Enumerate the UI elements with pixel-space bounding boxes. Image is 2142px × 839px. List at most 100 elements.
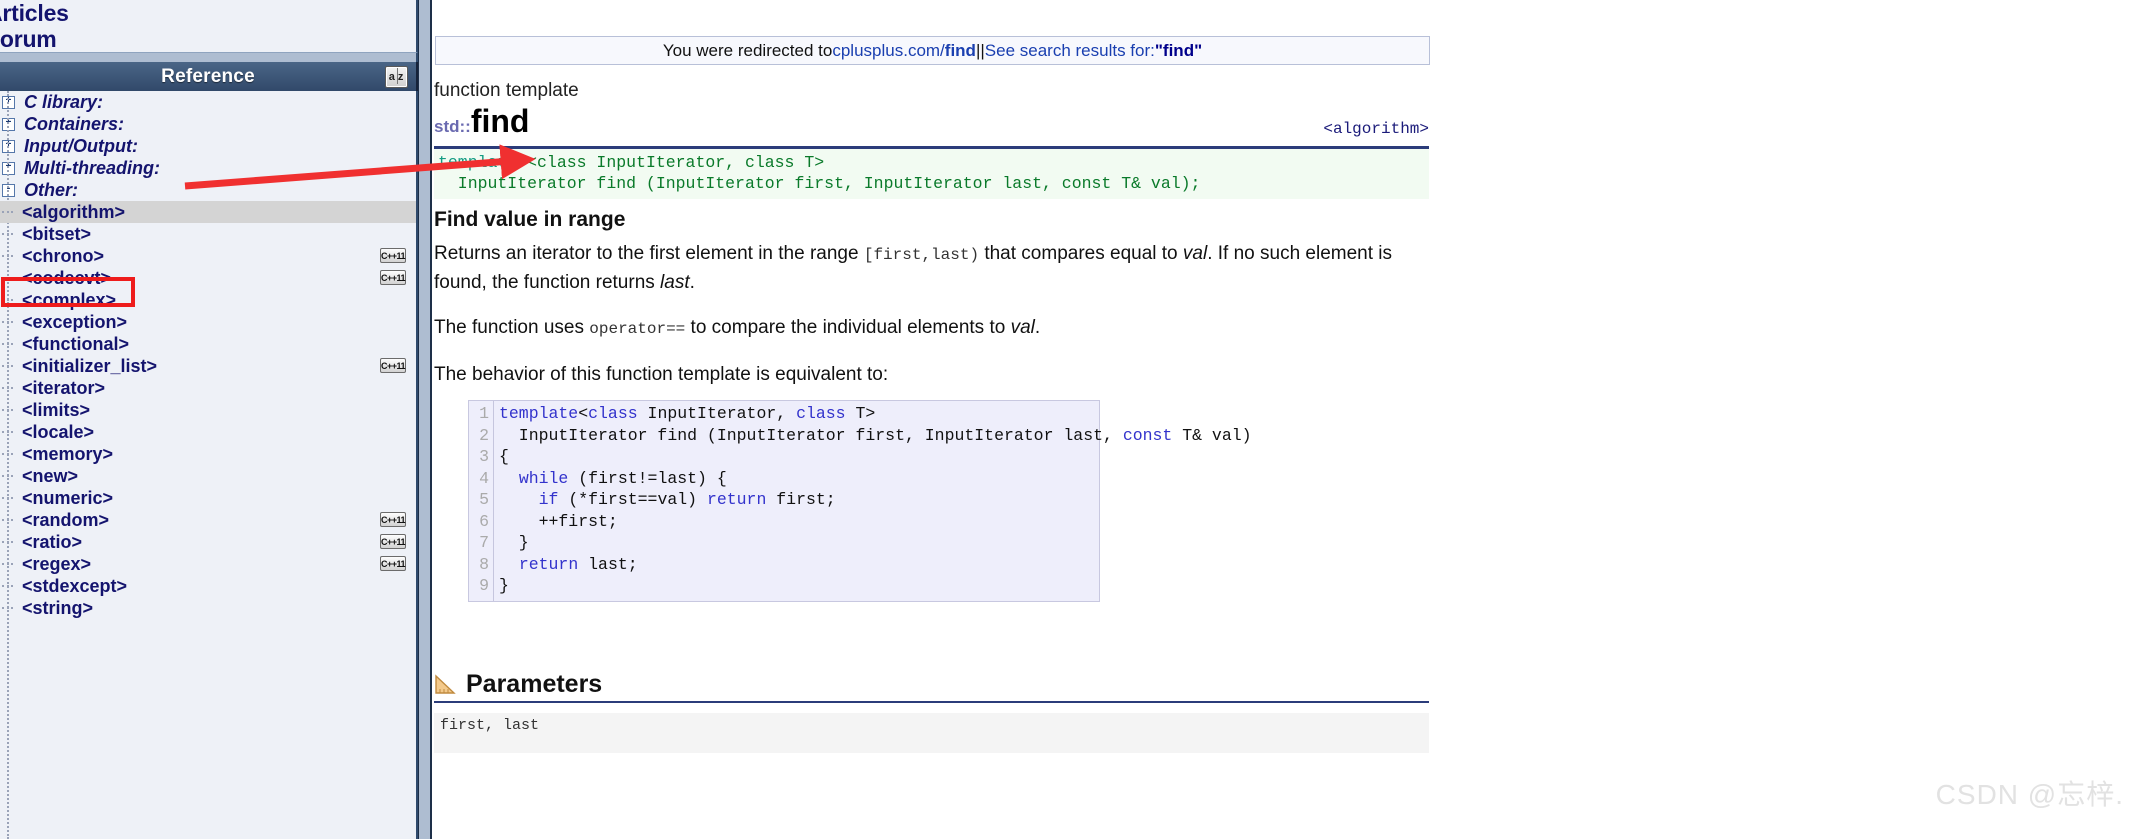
tree-leaf-icon — [2, 449, 13, 460]
tree-item-new[interactable]: <new> — [0, 465, 416, 487]
tree-item-label: <random> — [22, 509, 110, 530]
p1-text-b: that compares equal to — [979, 243, 1183, 264]
tree-item-limits[interactable]: <limits> — [0, 399, 416, 421]
nav-item-articles[interactable]: Articles — [0, 0, 416, 26]
description-paragraph-3: The behavior of this function template i… — [434, 364, 889, 385]
tree-leaf-icon — [2, 559, 13, 570]
tree-group-input-output[interactable]: + Input/Output: — [0, 135, 416, 157]
tree-item-algorithm[interactable]: <algorithm> — [0, 201, 416, 223]
tree-leaf-icon — [2, 471, 13, 482]
tree-item-locale[interactable]: <locale> — [0, 421, 416, 443]
tree-item-functional[interactable]: <functional> — [0, 333, 416, 355]
cpp11-badge: C++11 — [380, 556, 406, 571]
tree-item-label: <ratio> — [22, 531, 83, 552]
redirect-separator: || — [975, 40, 985, 60]
code-source[interactable]: template<class InputIterator, class T> I… — [494, 401, 1256, 601]
tree-leaf-icon — [2, 383, 13, 394]
tree-leaf-icon — [2, 493, 13, 504]
tree-leaf-icon — [2, 229, 13, 240]
p1-range-code: [first,last) — [863, 246, 980, 264]
tree-leaf-icon — [2, 515, 13, 526]
tree-item-ratio[interactable]: <ratio> C++11 — [0, 531, 416, 553]
tree-leaf-icon — [2, 603, 13, 614]
tree-item-label: <stdexcept> — [22, 575, 128, 596]
namespace-prefix: std:: — [434, 117, 471, 136]
cpp11-badge: C++11 — [380, 534, 406, 549]
p1-text-a: Returns an iterator to the first element… — [434, 243, 864, 264]
tree-group-label: Other: — [24, 179, 78, 200]
tree-leaf-icon — [2, 273, 13, 284]
parameters-title: Parameters — [466, 669, 603, 698]
tree-group-other[interactable]: - Other: — [0, 179, 416, 201]
nav-item-forum[interactable]: Forum — [0, 26, 416, 52]
tree-leaf-icon — [2, 251, 13, 262]
p2-text-c: . — [1034, 317, 1041, 338]
tree-leaf-icon — [2, 317, 13, 328]
reference-panel-title: Reference — [161, 65, 255, 87]
search-term: "find" — [1154, 40, 1203, 60]
redirect-prefix: You were redirected to — [662, 40, 833, 60]
tree-item-random[interactable]: <random> C++11 — [0, 509, 416, 531]
cpp11-badge: C++11 — [380, 270, 406, 285]
tree-item-complex[interactable]: <complex> — [0, 289, 416, 311]
tree-item-string[interactable]: <string> — [0, 597, 416, 619]
entity-kind: function template — [434, 80, 579, 101]
code-line-number: 7 — [479, 533, 489, 552]
p2-val: val — [1010, 317, 1035, 338]
tree-item-chrono[interactable]: <chrono> C++11 — [0, 245, 416, 267]
tree-item-regex[interactable]: <regex> C++11 — [0, 553, 416, 575]
tree-item-label: <exception> — [22, 311, 128, 332]
tree-leaf-icon — [2, 339, 13, 350]
tree-item-memory[interactable]: <memory> — [0, 443, 416, 465]
tree-leaf-icon — [2, 537, 13, 548]
search-results-link[interactable]: See search results for: — [985, 41, 1155, 61]
tree-group-containers[interactable]: + Containers: — [0, 113, 416, 135]
redirect-domain-link[interactable]: cplusplus.com/find — [832, 41, 976, 61]
main-content: You were redirected to cplusplus.com/fin… — [432, 0, 2142, 839]
tree-leaf-icon — [2, 361, 13, 372]
tree-leaf-icon — [2, 581, 13, 592]
tree-item-bitset[interactable]: <bitset> — [0, 223, 416, 245]
code-line-number: 8 — [479, 554, 489, 574]
redirect-domain-text: cplusplus.com/ — [832, 40, 945, 60]
tree-item-codecvt[interactable]: <codecvt> C++11 — [0, 267, 416, 289]
tree-item-label: <limits> — [22, 399, 91, 420]
tree-leaf-icon — [2, 207, 13, 218]
tree-item-label: <numeric> — [22, 487, 114, 508]
ruler-icon — [434, 673, 456, 695]
tree-group-multi-threading[interactable]: + Multi-threading: — [0, 157, 416, 179]
tree-item-exception[interactable]: <exception> — [0, 311, 416, 333]
tree-item-numeric[interactable]: <numeric> — [0, 487, 416, 509]
redirect-banner: You were redirected to cplusplus.com/fin… — [435, 36, 1430, 65]
sidebar-scrollbar[interactable] — [418, 0, 432, 839]
tree-item-label: <algorithm> — [22, 201, 126, 222]
alphabetical-index-icon[interactable]: az — [385, 66, 408, 88]
tree-item-label: <iterator> — [22, 377, 106, 398]
tree-item-iterator[interactable]: <iterator> — [0, 377, 416, 399]
tree-item-stdexcept[interactable]: <stdexcept> — [0, 575, 416, 597]
page-title: std::find — [434, 104, 529, 144]
tree-item-initializer-list[interactable]: <initializer_list> C++11 — [0, 355, 416, 377]
tree-item-label: <functional> — [22, 333, 130, 354]
tree-group-c-library[interactable]: + C library: — [0, 91, 416, 113]
function-signature: template <class InputIterator, class T> … — [434, 149, 1429, 199]
tree-item-label: <bitset> — [22, 223, 92, 244]
page-root: Articles Forum Reference az + C library:… — [0, 0, 2142, 839]
redirect-domain-term: find — [944, 40, 976, 60]
cpp11-badge: C++11 — [380, 248, 406, 263]
tree-item-label: <memory> — [22, 443, 114, 464]
tree-item-label: <locale> — [22, 421, 95, 442]
tree-group-label: Containers: — [24, 113, 125, 134]
p2-text-b: to compare the individual elements to — [685, 317, 1011, 338]
tree-item-label: <new> — [22, 465, 79, 486]
p2-operator-code: operator== — [589, 320, 686, 338]
tree-group-label: Multi-threading: — [24, 157, 160, 178]
reference-panel-header: Reference az — [0, 62, 418, 91]
header-include-tag: <algorithm> — [1323, 120, 1429, 138]
section-heading: Find value in range — [434, 208, 626, 231]
parameters-body: first, last — [434, 712, 1429, 753]
tree-item-label: <initializer_list> — [22, 355, 158, 376]
signature-line2: InputIterator find (InputIterator first,… — [438, 174, 1201, 193]
code-line-numbers: 1 2 3 4 5 6 7 8 9 — [469, 401, 494, 601]
title-row: std::find <algorithm> — [434, 104, 1429, 149]
